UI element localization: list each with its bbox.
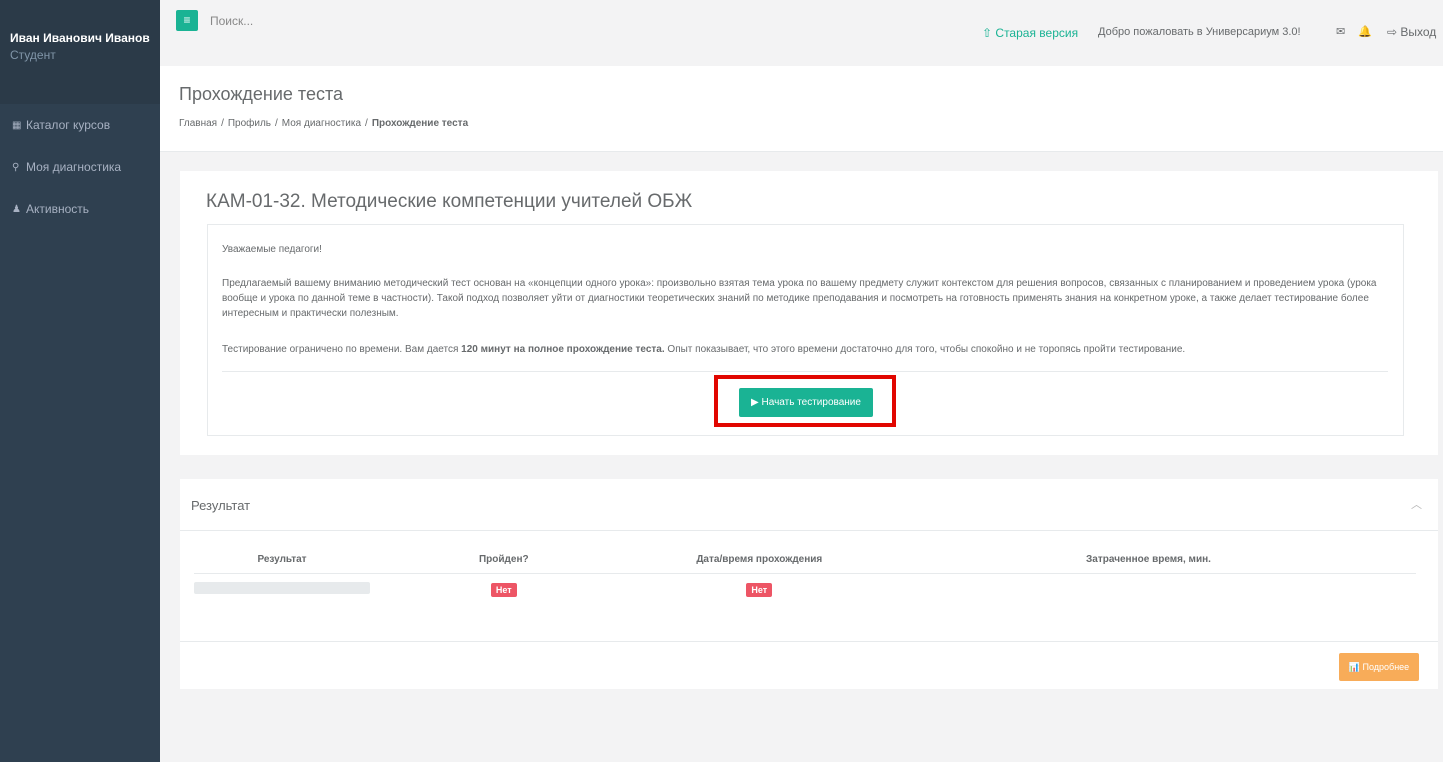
result-cell xyxy=(194,574,370,606)
start-test-button[interactable]: ▶ Начать тестирование xyxy=(739,388,873,417)
result-panel-footer: 📊 Подробнее xyxy=(180,641,1438,689)
breadcrumb-separator: / xyxy=(365,118,368,129)
details-button[interactable]: 📊 Подробнее xyxy=(1339,653,1419,681)
logout-label: Выход xyxy=(1400,25,1437,39)
menu-toggle-button[interactable]: ≡ xyxy=(176,10,198,31)
logout-link[interactable]: ⇨ Выход xyxy=(1387,25,1436,39)
table-row: Нет Нет xyxy=(194,574,1416,606)
time-spent-cell xyxy=(881,574,1416,606)
sidebar-item-catalog[interactable]: ▦ Каталог курсов xyxy=(0,104,160,146)
time-limit-paragraph: Тестирование ограничено по времени. Вам … xyxy=(222,342,1392,357)
diagnostics-icon: ⚲ xyxy=(12,161,20,173)
test-title: КАМ-01-32. Методические компетенции учит… xyxy=(206,191,693,212)
column-header: Затраченное время, мин. xyxy=(880,551,1416,574)
user-name[interactable]: Иван Иванович Иванов xyxy=(10,31,150,45)
status-badge: Нет xyxy=(490,583,517,597)
top-navbar: ≡ ⇧ Старая версия Добро пожаловать в Уни… xyxy=(160,0,1443,66)
breadcrumb-diagnostics[interactable]: Моя диагностика xyxy=(282,118,361,129)
column-header: Пройден? xyxy=(370,551,638,574)
old-version-label: Старая версия xyxy=(995,26,1079,40)
divider xyxy=(222,371,1388,372)
breadcrumb-home[interactable]: Главная xyxy=(179,118,217,129)
date-cell: Нет xyxy=(638,574,881,606)
search-input[interactable] xyxy=(210,12,510,30)
breadcrumb: Главная / Профиль / Моя диагностика / Прохожде… xyxy=(179,118,468,129)
chevron-up-icon[interactable]: ︿ xyxy=(1411,496,1422,512)
user-icon: ♟ xyxy=(12,203,21,215)
greeting-text: Уважаемые педагоги! xyxy=(222,244,322,255)
old-version-link[interactable]: ⇧ Старая версия xyxy=(982,26,1078,40)
sidebar-item-diagnostics[interactable]: ⚲ Моя диагностика xyxy=(0,146,160,188)
result-panel-header: Результат ︿ xyxy=(180,479,1438,531)
table-header-row: Результат Пройден? Дата/время прохождени… xyxy=(194,551,1416,574)
status-badge: Нет xyxy=(746,583,773,597)
result-table: Результат Пройден? Дата/время прохождени… xyxy=(194,551,1416,605)
time-limit-bold: 120 минут на полное прохождение теста. xyxy=(461,344,665,355)
envelope-icon[interactable]: ✉ xyxy=(1336,25,1345,38)
time-limit-text: Тестирование ограничено по времени. Вам … xyxy=(222,344,462,355)
user-profile[interactable]: Иван Иванович Иванов Студент xyxy=(0,0,160,104)
result-panel-title: Результат xyxy=(191,498,251,513)
test-description-box: Уважаемые педагоги! Предлагаемый вашему … xyxy=(207,224,1404,436)
result-panel: Результат ︿ Результат Пройден? Дата/врем… xyxy=(180,479,1438,689)
test-card: КАМ-01-32. Методические компетенции учит… xyxy=(180,171,1438,455)
logout-icon: ⇨ xyxy=(1387,25,1398,39)
sidebar-item-label: Каталог курсов xyxy=(26,118,111,132)
time-limit-text-end: Опыт показывает, что этого времени доста… xyxy=(664,344,1186,355)
old-version-icon: ⇧ xyxy=(982,26,993,40)
sidebar-item-label: Активность xyxy=(26,202,90,216)
sidebar-item-label: Моя диагностика xyxy=(26,160,122,174)
result-placeholder-bar xyxy=(194,582,370,594)
breadcrumb-current: Прохождение теста xyxy=(371,118,469,129)
page-heading: Прохождение теста Главная / Профиль / Моя ди… xyxy=(160,66,1443,152)
user-role: Студент xyxy=(10,48,56,62)
breadcrumb-separator: / xyxy=(221,118,224,129)
sidebar-item-activity[interactable]: ♟ Активность xyxy=(0,188,160,230)
column-header: Дата/время прохождения xyxy=(637,551,881,574)
passed-cell: Нет xyxy=(370,574,638,606)
bell-icon[interactable]: 🔔 xyxy=(1358,25,1372,38)
breadcrumb-profile[interactable]: Профиль xyxy=(228,118,271,129)
welcome-message: Добро пожаловать в Универсариум 3.0! xyxy=(1098,26,1301,38)
grid-icon: ▦ xyxy=(12,119,22,131)
page-title: Прохождение теста xyxy=(179,84,344,104)
sidebar: Иван Иванович Иванов Студент ▦ Каталог к… xyxy=(0,0,160,762)
main-content: ≡ ⇧ Старая версия Добро пожаловать в Уни… xyxy=(160,0,1443,762)
column-header: Результат xyxy=(194,551,370,574)
description-paragraph: Предлагаемый вашему вниманию методически… xyxy=(222,278,1377,319)
breadcrumb-separator: / xyxy=(275,118,278,129)
